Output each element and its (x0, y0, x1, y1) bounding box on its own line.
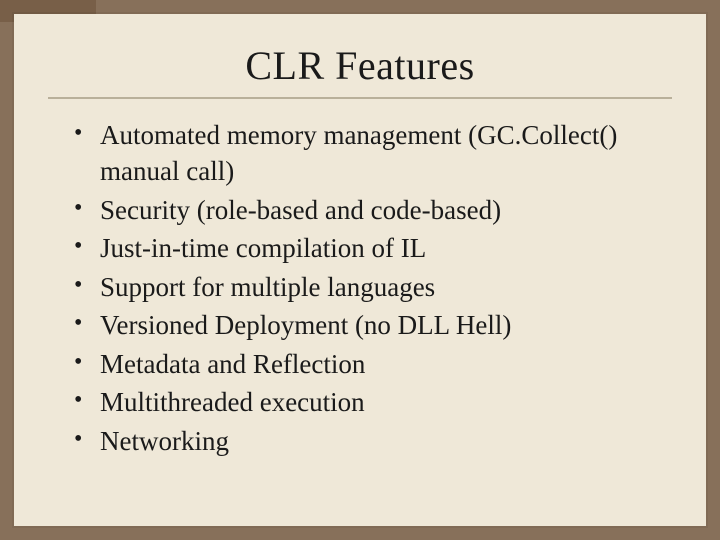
slide: CLR Features Automated memory management… (14, 14, 706, 526)
list-item: Just-in-time compilation of IL (100, 230, 666, 266)
list-item: Automated memory management (GC.Collect(… (100, 117, 666, 190)
list-item: Versioned Deployment (no DLL Hell) (100, 307, 666, 343)
bullet-list: Automated memory management (GC.Collect(… (14, 117, 706, 459)
list-item: Networking (100, 423, 666, 459)
title-underline (48, 97, 672, 99)
list-item: Metadata and Reflection (100, 346, 666, 382)
list-item: Security (role-based and code-based) (100, 192, 666, 228)
list-item: Multithreaded execution (100, 384, 666, 420)
slide-title: CLR Features (54, 42, 666, 89)
list-item: Support for multiple languages (100, 269, 666, 305)
